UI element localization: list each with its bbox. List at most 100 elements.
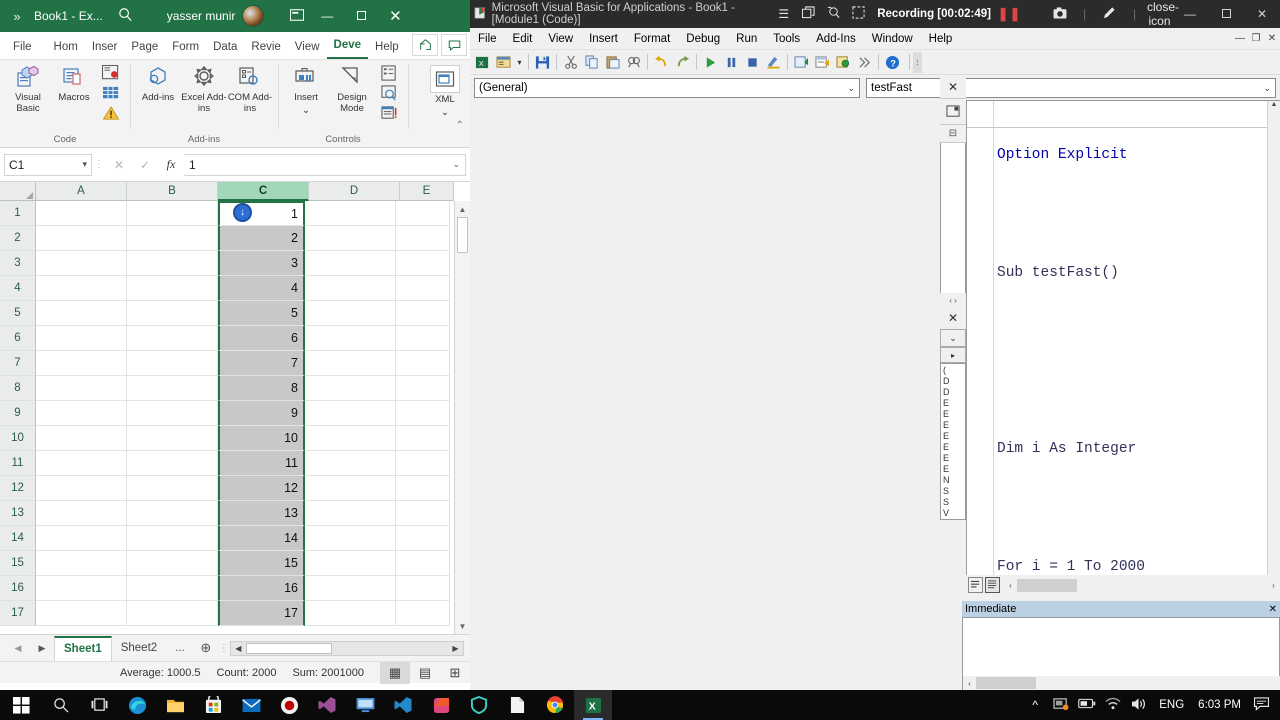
code-hscroll-left-icon[interactable]: ‹: [1004, 581, 1017, 590]
cell-a11[interactable]: [36, 451, 127, 476]
cell-a9[interactable]: [36, 401, 127, 426]
vertical-scroll-thumb[interactable]: [457, 217, 468, 253]
column-header-b[interactable]: B: [127, 182, 218, 201]
cell-e15[interactable]: [396, 551, 450, 576]
immediate-hscroll-left-icon[interactable]: ‹: [963, 679, 976, 688]
cell-a13[interactable]: [36, 501, 127, 526]
cell-e3[interactable]: [396, 251, 450, 276]
horizontal-scroll-thumb[interactable]: [245, 642, 332, 654]
cell-a17[interactable]: [36, 601, 127, 626]
project-tree-area[interactable]: [940, 143, 966, 293]
cell-a15[interactable]: [36, 551, 127, 576]
immediate-horizontal-scrollbar[interactable]: ‹: [963, 676, 1280, 690]
user-name[interactable]: yasser munir: [167, 9, 236, 23]
vertical-scrollbar[interactable]: ▲ ▼: [454, 201, 470, 634]
page-break-preview-icon[interactable]: ⊞: [440, 665, 470, 681]
cell-e7[interactable]: [396, 351, 450, 376]
cell-e6[interactable]: [396, 326, 450, 351]
row-header[interactable]: 9: [0, 401, 36, 426]
cell-e5[interactable]: [396, 301, 450, 326]
code-vertical-scrollbar[interactable]: ▲: [1267, 101, 1280, 579]
vba-menu-file[interactable]: File: [470, 33, 505, 45]
record-macro-icon[interactable]: [98, 63, 124, 83]
panel-close-icon[interactable]: ✕: [940, 75, 966, 99]
save-icon[interactable]: [532, 52, 553, 73]
cell-a8[interactable]: [36, 376, 127, 401]
help-icon[interactable]: ?: [882, 52, 903, 73]
immediate-hscroll-thumb[interactable]: [976, 677, 1036, 689]
run-dialog-icon[interactable]: [376, 103, 402, 123]
normal-view-icon[interactable]: ▦: [380, 661, 410, 684]
tab-insert[interactable]: Inser: [85, 38, 125, 59]
row-header[interactable]: 10: [0, 426, 36, 451]
insert-control-button[interactable]: Insert ⌄: [283, 63, 329, 116]
vba-minimize-button[interactable]: —: [1172, 7, 1208, 21]
cell-e1[interactable]: [396, 201, 450, 226]
vba-menu-help[interactable]: Help: [921, 33, 961, 45]
cell-c8[interactable]: 8: [218, 376, 305, 401]
row-header[interactable]: 4: [0, 276, 36, 301]
properties-close-icon[interactable]: ✕: [940, 307, 966, 329]
reset-icon[interactable]: [742, 52, 763, 73]
cell-d13[interactable]: [305, 501, 396, 526]
view-excel-icon[interactable]: X: [472, 52, 493, 73]
record-region-icon[interactable]: [821, 6, 846, 22]
taskbar-excel-icon[interactable]: X: [574, 690, 612, 720]
tray-overflow-icon[interactable]: ^: [1022, 698, 1048, 712]
cell-d4[interactable]: [305, 276, 396, 301]
find-icon[interactable]: [623, 52, 644, 73]
column-header-d[interactable]: D: [309, 182, 400, 201]
cell-c9[interactable]: 9: [218, 401, 305, 426]
cancel-icon[interactable]: ✕: [106, 158, 132, 172]
visual-studio-icon[interactable]: [308, 690, 346, 720]
break-icon[interactable]: [721, 52, 742, 73]
name-box[interactable]: C1 ▾: [4, 153, 92, 176]
cell-b16[interactable]: [127, 576, 218, 601]
row-header[interactable]: 7: [0, 351, 36, 376]
cell-e13[interactable]: [396, 501, 450, 526]
cell-b8[interactable]: [127, 376, 218, 401]
cell-d5[interactable]: [305, 301, 396, 326]
code-scroll-up-icon[interactable]: ▲: [1268, 101, 1280, 114]
windows-start-icon[interactable]: [0, 696, 42, 714]
column-header-e[interactable]: E: [400, 182, 454, 201]
row-header[interactable]: 16: [0, 576, 36, 601]
cell-a5[interactable]: [36, 301, 127, 326]
cell-b7[interactable]: [127, 351, 218, 376]
record-window-icon[interactable]: [796, 6, 821, 22]
share-icon[interactable]: [412, 34, 438, 56]
macros-button[interactable]: Macros: [51, 63, 97, 104]
vba-menu-addins[interactable]: Add-Ins: [808, 33, 864, 45]
formula-input[interactable]: 1 ⌄: [184, 153, 466, 176]
immediate-close-icon[interactable]: ✕: [1269, 604, 1277, 615]
cell-a7[interactable]: [36, 351, 127, 376]
cell-a14[interactable]: [36, 526, 127, 551]
cut-icon[interactable]: [560, 52, 581, 73]
hamburger-menu-icon[interactable]: ☰: [771, 7, 796, 21]
tab-formulas[interactable]: Form: [165, 38, 206, 59]
xml-source-button[interactable]: XML ⌄: [422, 63, 468, 118]
cell-b1[interactable]: [127, 201, 218, 226]
collapse-ribbon-icon[interactable]: ⌃: [456, 120, 464, 131]
chevron-down-icon[interactable]: ⌄: [847, 83, 855, 94]
tab-page-layout[interactable]: Page: [124, 38, 165, 59]
confirm-icon[interactable]: ✓: [132, 158, 158, 172]
vba-menu-edit[interactable]: Edit: [505, 33, 541, 45]
pencil-icon[interactable]: [1097, 6, 1122, 22]
cell-b12[interactable]: [127, 476, 218, 501]
object-browser-icon[interactable]: [833, 52, 854, 73]
cell-c14[interactable]: 14: [218, 526, 305, 551]
camera-icon[interactable]: [1047, 6, 1072, 22]
cell-a3[interactable]: [36, 251, 127, 276]
chrome-icon[interactable]: [536, 690, 574, 720]
cell-e16[interactable]: [396, 576, 450, 601]
cell-d7[interactable]: [305, 351, 396, 376]
cell-b17[interactable]: [127, 601, 218, 626]
code-hscroll-right-icon[interactable]: ›: [1267, 581, 1280, 590]
chevron-down-icon[interactable]: ▾: [82, 159, 87, 170]
row-header[interactable]: 15: [0, 551, 36, 576]
cell-b6[interactable]: [127, 326, 218, 351]
properties-dropdown-chevron-icon[interactable]: ⌄: [940, 329, 966, 347]
quick-access-chevron-icon[interactable]: »: [0, 9, 34, 24]
tab-help[interactable]: Help: [368, 38, 406, 59]
